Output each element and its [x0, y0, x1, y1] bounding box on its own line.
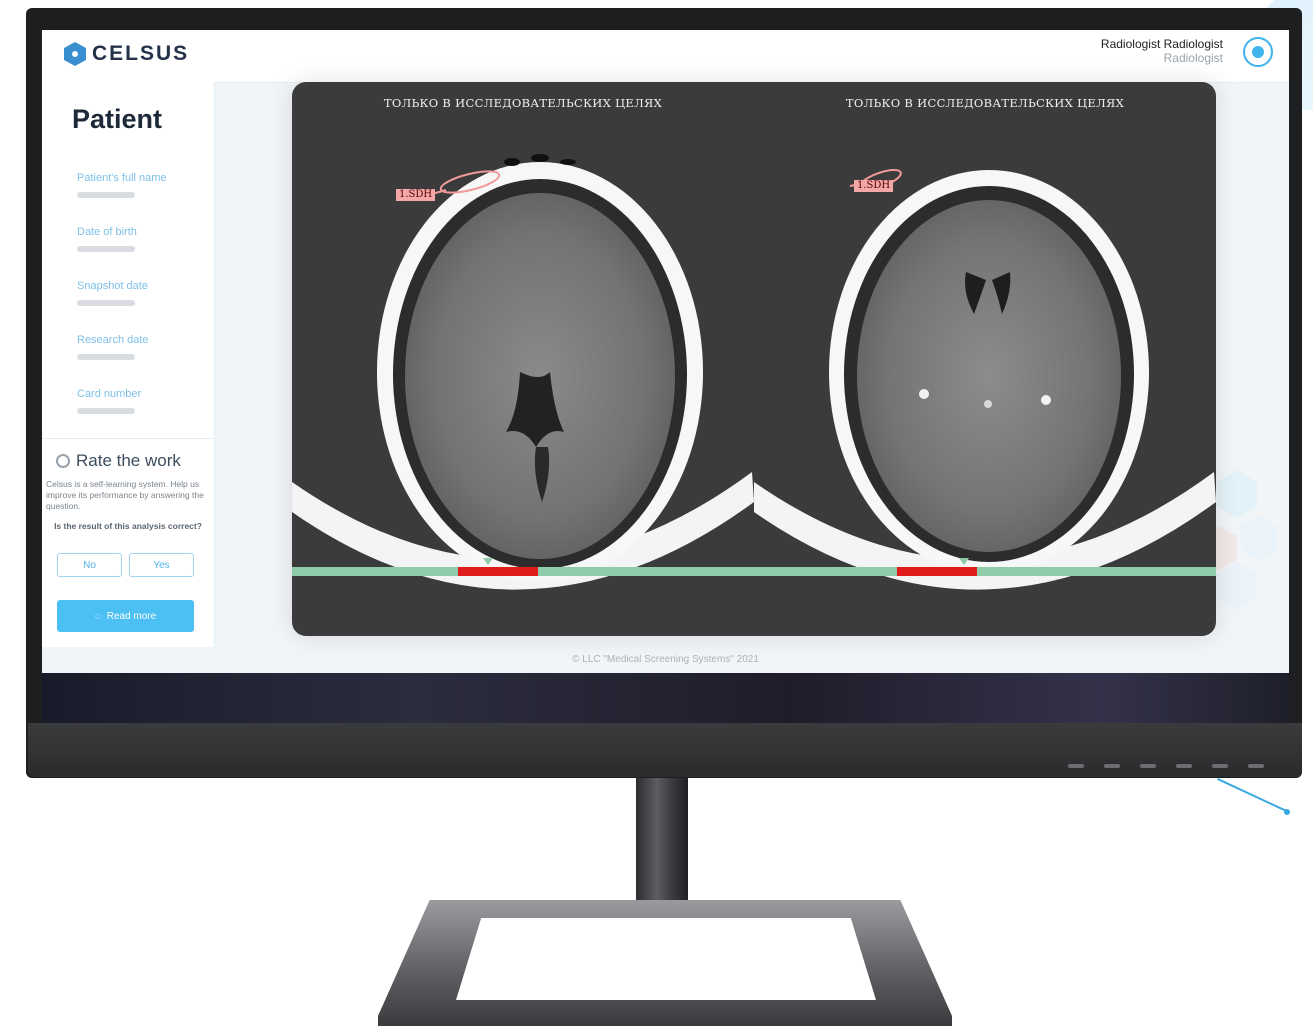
- rate-question: Is the result of this analysis correct?: [54, 521, 202, 531]
- no-button[interactable]: No: [57, 553, 122, 577]
- yes-button[interactable]: Yes: [129, 553, 194, 577]
- top-bar: CELSUS Radiologist Radiologist Radiologi…: [42, 30, 1289, 83]
- field-value-research-date: [77, 354, 135, 360]
- pointer-dot: [1284, 809, 1290, 815]
- finding-label-sdh[interactable]: 1.SDH: [396, 189, 436, 201]
- monitor-buttons: [1068, 764, 1264, 768]
- user-info: Radiologist Radiologist Radiologist: [1101, 37, 1223, 65]
- user-name: Radiologist Radiologist: [1100, 37, 1223, 51]
- timeline-finding-segment-left[interactable]: [458, 567, 538, 576]
- rate-icon: [56, 454, 70, 468]
- monitor-bezel: [28, 723, 1302, 777]
- read-more-label: Read more: [106, 610, 157, 622]
- ct-scan-image: [292, 154, 754, 590]
- monitor-button-icon: [1140, 764, 1156, 768]
- slice-timeline[interactable]: [292, 567, 1216, 576]
- field-label-snapshot-date: Snapshot date: [77, 280, 148, 292]
- rate-title: Rate the work: [56, 451, 181, 471]
- timeline-marker-right-icon[interactable]: [959, 558, 969, 565]
- field-value-snapshot-date: [77, 300, 135, 306]
- user-avatar-icon[interactable]: [1243, 37, 1273, 67]
- field-label-research-date: Research date: [77, 334, 149, 346]
- rate-description: Celsus is a self-learning system. Help u…: [46, 479, 204, 511]
- logo-text: CELSUS: [92, 42, 190, 65]
- monitor-button-icon: [1104, 764, 1120, 768]
- monitor-button-icon: [1068, 764, 1084, 768]
- field-label-full-name: Patient's full name: [77, 172, 167, 184]
- rate-the-work-panel: Rate the work Celsus is a self-learning …: [42, 438, 214, 589]
- monitor-button-icon: [1176, 764, 1192, 768]
- timeline-finding-segment-right[interactable]: [897, 567, 977, 576]
- field-value-full-name: [77, 192, 135, 198]
- screen-wallpaper-strip: [42, 673, 1289, 723]
- field-value-date-of-birth: [77, 246, 135, 252]
- read-more-button[interactable]: ◌ Read more: [57, 600, 194, 632]
- ct-scan-image: [754, 169, 1216, 590]
- rate-title-text: Rate the work: [76, 451, 181, 470]
- page-title: Patient: [72, 104, 163, 134]
- monitor-button-icon: [1212, 764, 1228, 768]
- ct-pane-right[interactable]: ТОЛЬКО В ИССЛЕДОВАТЕЛЬСКИХ ЦЕЛЯХ 1.SDH: [754, 82, 1216, 636]
- pointer-line: [1217, 778, 1287, 812]
- celsus-logo[interactable]: CELSUS: [64, 42, 189, 66]
- user-role: Radiologist: [1163, 51, 1223, 65]
- field-label-date-of-birth: Date of birth: [77, 226, 137, 238]
- finding-label-sdh[interactable]: 1.SDH: [854, 180, 894, 192]
- monitor-button-icon: [1248, 764, 1264, 768]
- field-label-card-number: Card number: [77, 388, 142, 400]
- monitor-stand-cutout: [456, 918, 876, 1000]
- footer-copyright: © LLC "Medical Screening Systems" 2021: [572, 654, 759, 665]
- ct-viewer: ТОЛЬКО В ИССЛЕДОВАТЕЛЬСКИХ ЦЕЛЯХ 1.SDH Т…: [292, 82, 1216, 636]
- info-icon: ◌: [94, 610, 101, 622]
- avatar-person-icon: [1252, 46, 1264, 58]
- field-value-card-number: [77, 408, 135, 414]
- ct-pane-left[interactable]: ТОЛЬКО В ИССЛЕДОВАТЕЛЬСКИХ ЦЕЛЯХ 1.SDH: [292, 82, 754, 636]
- patient-sidebar: Patient Patient's full name Date of birt…: [42, 82, 215, 647]
- celsus-logo-icon: [64, 42, 86, 66]
- screen: CELSUS Radiologist Radiologist Radiologi…: [42, 30, 1289, 673]
- timeline-marker-left-icon[interactable]: [483, 558, 493, 565]
